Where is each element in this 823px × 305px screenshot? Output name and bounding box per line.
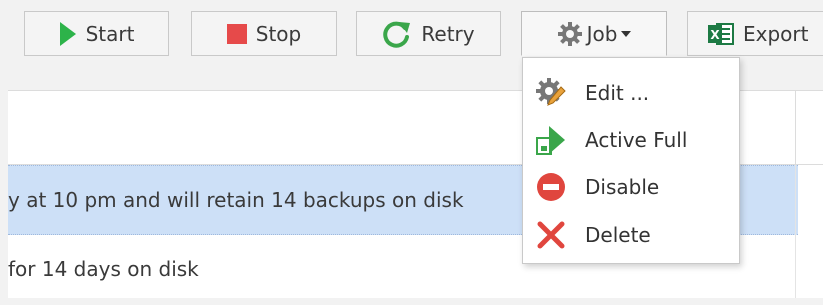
stop-label: Stop <box>255 21 302 46</box>
export-button[interactable]: X Export <box>687 11 823 56</box>
delete-icon <box>535 219 567 251</box>
menu-item-label: Disable <box>585 175 660 199</box>
gear-pencil-icon <box>535 77 567 109</box>
column-divider <box>795 91 796 164</box>
menu-item-delete[interactable]: Delete <box>523 212 739 258</box>
start-label: Start <box>85 21 135 46</box>
job-label: Job <box>586 21 618 46</box>
column-divider <box>795 165 796 298</box>
menu-item-label: Edit ... <box>585 81 650 105</box>
stop-button[interactable]: Stop <box>191 11 337 56</box>
svg-text:X: X <box>710 28 720 42</box>
menu-item-disable[interactable]: Disable <box>523 164 739 210</box>
menu-item-edit[interactable]: Edit ... <box>523 70 739 116</box>
row-description: for 14 days on disk <box>8 257 199 281</box>
active-full-icon <box>535 124 567 156</box>
gear-icon <box>557 21 583 47</box>
disable-icon <box>535 171 567 203</box>
retry-label: Retry <box>421 21 475 46</box>
play-icon <box>59 21 77 47</box>
menu-item-label: Delete <box>585 223 651 247</box>
job-menu-button[interactable]: Job <box>521 11 667 56</box>
menu-item-active-full[interactable]: Active Full <box>523 117 739 163</box>
excel-icon: X <box>708 21 734 47</box>
retry-icon <box>382 20 412 48</box>
row-description: y at 10 pm and will retain 14 backups on… <box>8 188 464 212</box>
start-button[interactable]: Start <box>24 11 169 56</box>
stop-icon <box>226 23 247 44</box>
menu-item-label: Active Full <box>585 128 688 152</box>
retry-button[interactable]: Retry <box>356 11 501 56</box>
caret-down-icon <box>621 30 632 37</box>
job-dropdown-menu: Edit ... Active Full Disable Delete <box>522 57 740 264</box>
export-label: Export <box>743 21 809 46</box>
